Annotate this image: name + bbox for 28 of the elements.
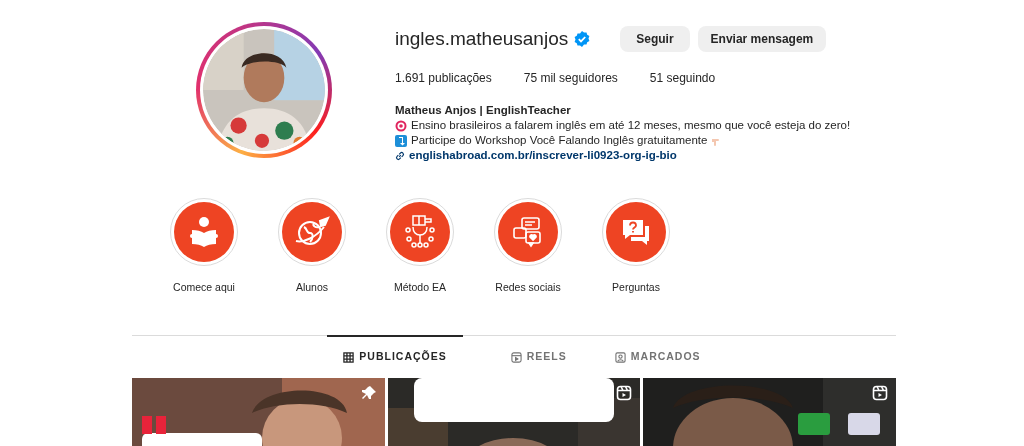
pin-icon [360, 385, 377, 401]
highlight-label: Método EA [394, 280, 446, 295]
reel-icon [616, 385, 633, 401]
display-name: Matheus Anjos | EnglishTeacher [395, 103, 572, 118]
highlight-label: Comece aqui [173, 280, 235, 295]
link-icon [395, 150, 405, 161]
profile-stat[interactable]: 75 mil seguidores [523, 69, 618, 87]
tagged-icon [614, 351, 626, 363]
book-network-icon [403, 214, 437, 250]
highlight-label: Alunos [295, 280, 329, 295]
bio-text: Ensino brasileiros a falarem inglês em até 12 meses, mesmo que você esteja do zero! [411, 118, 851, 133]
reels-icon [510, 351, 522, 363]
profile-tab[interactable]: MARCADOS [614, 335, 701, 377]
follow-button[interactable]: Seguir [620, 26, 690, 52]
reader-icon [187, 215, 221, 249]
message-button[interactable]: Enviar mensagem [697, 26, 827, 52]
profile-tab[interactable]: REELS [510, 335, 567, 377]
grid-icon [343, 351, 355, 363]
bio-link[interactable]: englishabroad.com.br/inscrever-li0923-org-ig-bio [409, 148, 677, 163]
target-icon [395, 119, 407, 132]
question-bubble-icon [620, 217, 652, 247]
highlight-label: Redes sociais [495, 280, 561, 295]
profile-stat[interactable]: 1.691 publicações [395, 69, 492, 87]
profile-stat[interactable]: 51 seguindo [649, 69, 716, 87]
reel-icon [872, 385, 888, 401]
username: ingles.matheusanjos [395, 26, 569, 51]
highlight-label: Perguntas [612, 280, 660, 295]
bio-text: Participe do Workshop Você Falando Inglês gratuitamente [411, 133, 708, 148]
